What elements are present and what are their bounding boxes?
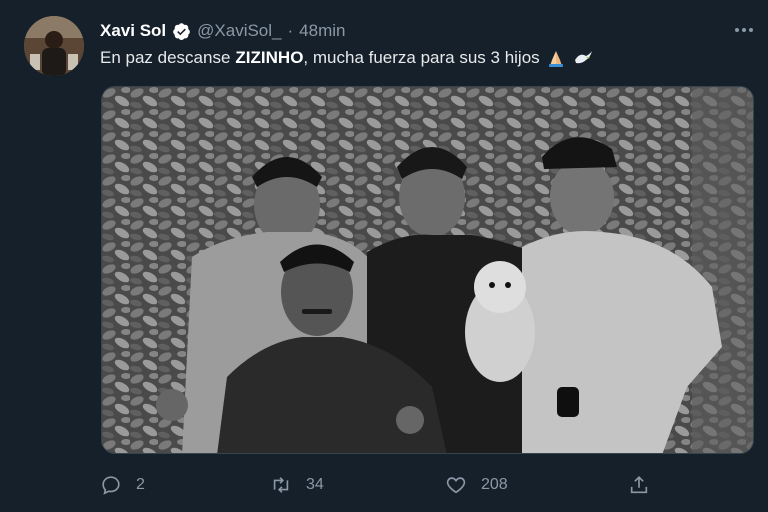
heart-icon <box>446 477 466 494</box>
tweet-text-suffix: , mucha fuerza para sus 3 hijos <box>303 48 540 67</box>
author-name[interactable]: Xavi Sol <box>100 21 166 41</box>
reply-button[interactable]: 2 <box>100 470 145 500</box>
reply-icon <box>102 476 120 495</box>
avatar-photo <box>24 16 84 76</box>
tweet-card: Xavi Sol @XaviSol_ · 48min En paz descan… <box>0 0 768 512</box>
verified-badge-icon <box>173 22 190 40</box>
share-icon <box>630 476 648 494</box>
tweet-header: Xavi Sol @XaviSol_ · 48min <box>100 19 345 43</box>
tweet-photo[interactable] <box>101 86 754 454</box>
retweet-icon <box>273 477 289 493</box>
header-separator: · <box>287 21 294 40</box>
reply-count: 2 <box>136 476 145 493</box>
like-count: 208 <box>481 476 508 493</box>
like-button[interactable]: 208 <box>445 470 508 500</box>
dove-emoji-icon <box>574 51 592 64</box>
author-handle[interactable]: @XaviSol_ <box>197 21 281 41</box>
avatar[interactable] <box>24 16 84 76</box>
tweet-timestamp[interactable]: 48min <box>299 21 345 41</box>
more-dots-icon <box>735 28 753 32</box>
photo-group-of-four-men-with-dog <box>102 87 753 453</box>
folded-hands-emoji-icon <box>548 51 563 67</box>
tweet-text-prefix: En paz descanse <box>100 48 231 67</box>
retweet-count: 34 <box>306 476 324 493</box>
tweet-text-bold: ZIZINHO <box>235 48 304 67</box>
retweet-button[interactable]: 34 <box>270 470 324 500</box>
tweet-actions: 2 34 208 <box>100 470 660 500</box>
more-options-button[interactable] <box>730 18 758 42</box>
tweet-text: En paz descanse ZIZINHO, mucha fuerza pa… <box>100 48 594 68</box>
share-button[interactable] <box>628 470 650 500</box>
